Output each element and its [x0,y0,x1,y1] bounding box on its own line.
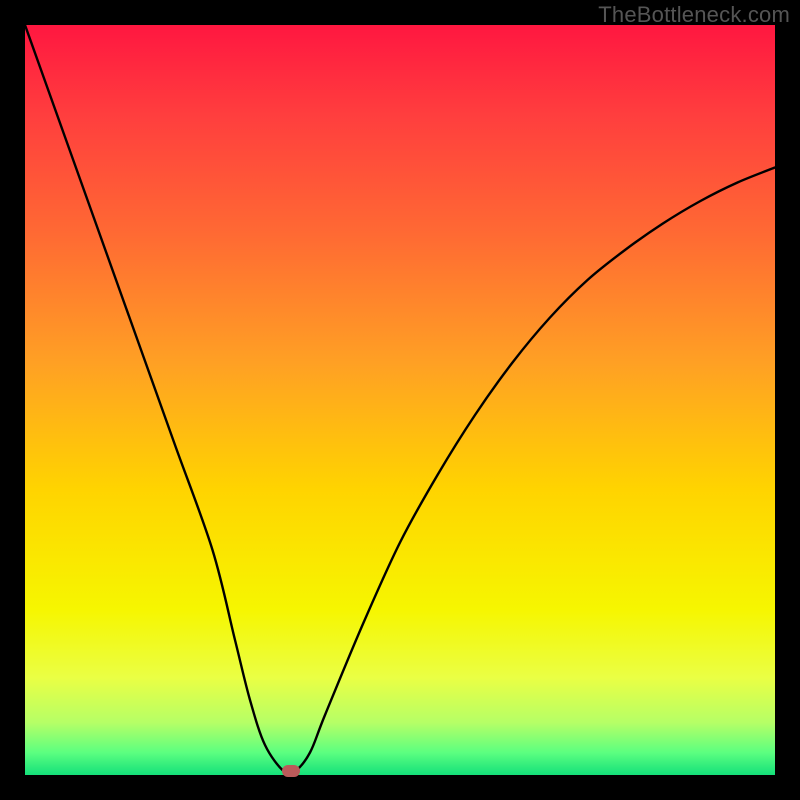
chart-container: TheBottleneck.com [0,0,800,800]
bottleneck-plot [25,25,775,775]
gradient-background [25,25,775,775]
plot-svg [25,25,775,775]
watermark-label: TheBottleneck.com [598,2,790,28]
